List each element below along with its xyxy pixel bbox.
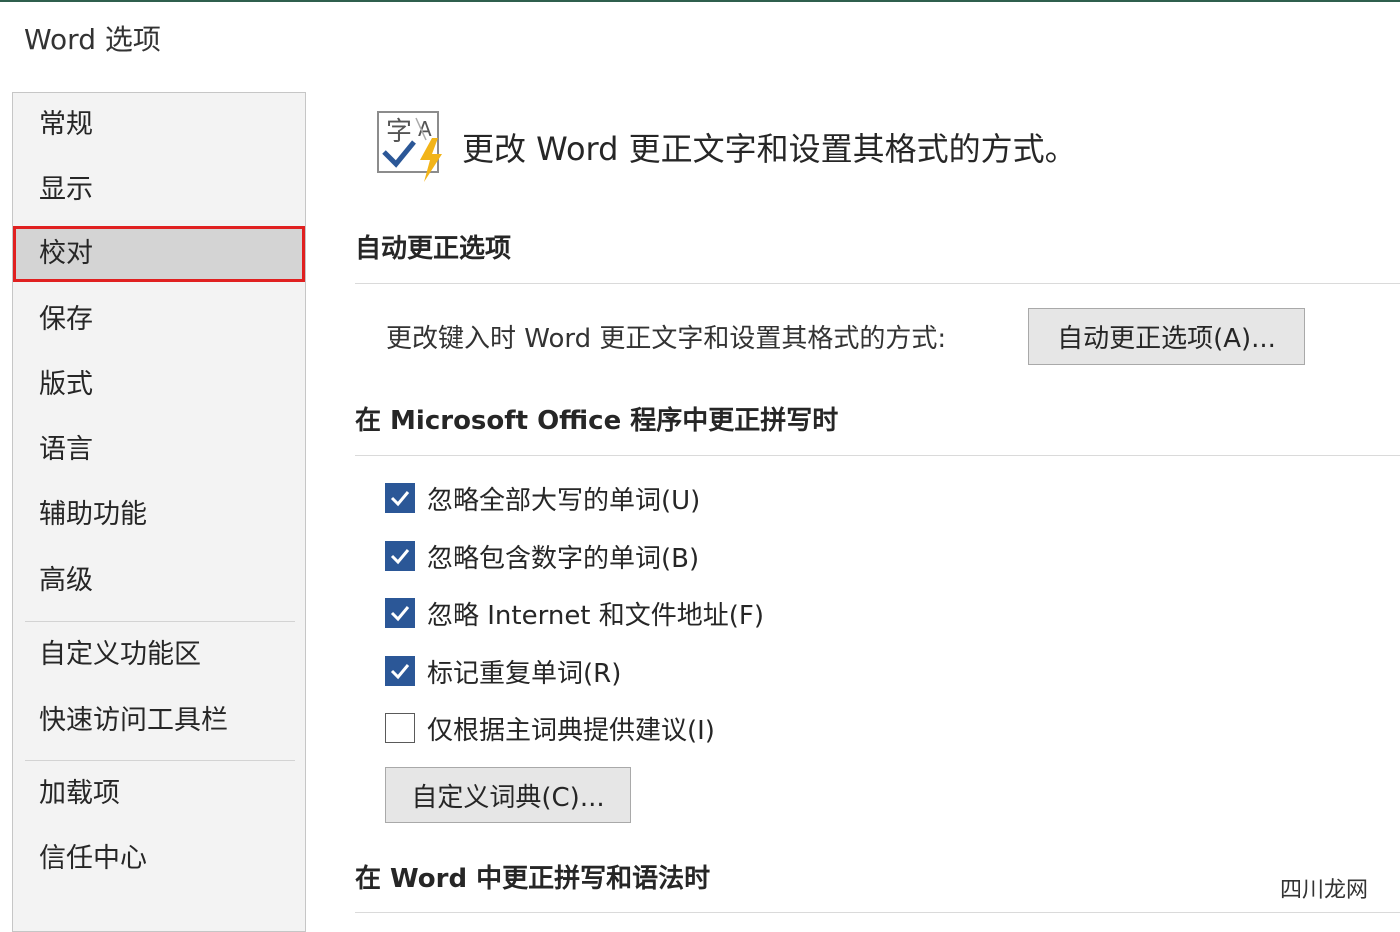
page-header-text: 更改 Word 更正文字和设置其格式的方式。 [462,130,1077,168]
nav-item-language[interactable]: 语言 [13,422,305,478]
check-icon [390,549,410,565]
section-title-autocorrect: 自动更正选项 [355,234,512,264]
autocorrect-options-button[interactable]: 自动更正选项(A)... [1028,308,1305,365]
check-icon [390,491,410,507]
checkbox-label: 仅根据主词典提供建议(I) [427,715,715,746]
nav-item-layout[interactable]: 版式 [13,357,305,413]
nav-item-accessibility[interactable]: 辅助功能 [13,487,305,543]
window-top-border [0,0,1400,2]
custom-dictionaries-button[interactable]: 自定义词典(C)... [385,767,631,823]
nav-item-quick-access-toolbar[interactable]: 快速访问工具栏 [13,693,305,749]
checkbox-label: 忽略 Internet 和文件地址(F) [427,600,765,631]
nav-item-trust-center[interactable]: 信任中心 [13,831,305,887]
nav-item-customize-ribbon[interactable]: 自定义功能区 [13,627,305,683]
checkbox-row-ignore-numbers[interactable]: 忽略包含数字的单词(B) [385,540,700,574]
checkbox-row-flag-repeated[interactable]: 标记重复单词(R) [385,655,622,689]
checkbox-ignore-internet[interactable] [385,598,415,628]
svg-text:字: 字 [386,117,412,147]
section-divider [355,283,1400,284]
checkbox-main-dictionary-only[interactable] [385,713,415,743]
checkbox-row-ignore-uppercase[interactable]: 忽略全部大写的单词(U) [385,482,701,516]
section-divider [355,912,1400,913]
nav-item-display[interactable]: 显示 [13,162,305,218]
proofing-icon: 字 A [376,110,450,184]
checkbox-label: 忽略包含数字的单词(B) [427,543,700,574]
checkbox-row-main-dictionary[interactable]: 仅根据主词典提供建议(I) [385,712,715,746]
window-title: Word 选项 [24,23,161,56]
checkbox-ignore-numbers[interactable] [385,541,415,571]
section-title-word-spelling-grammar: 在 Word 中更正拼写和语法时 [355,864,711,894]
nav-item-save[interactable]: 保存 [13,292,305,348]
nav-item-general[interactable]: 常规 [13,97,305,153]
check-icon [390,664,410,680]
options-nav: 常规 显示 校对 保存 版式 语言 辅助功能 高级 自定义功能区 快速访问工具栏… [12,92,306,932]
nav-separator [25,760,295,761]
checkbox-label: 忽略全部大写的单词(U) [427,485,701,516]
watermark-text: 四川龙网 [1274,872,1374,904]
nav-item-proofing[interactable]: 校对 [13,226,305,282]
nav-separator [25,621,295,622]
section-title-office-spelling: 在 Microsoft Office 程序中更正拼写时 [355,406,839,436]
autocorrect-description: 更改键入时 Word 更正文字和设置其格式的方式: [386,324,947,354]
nav-item-add-ins[interactable]: 加载项 [13,766,305,822]
checkbox-ignore-uppercase[interactable] [385,483,415,513]
checkbox-label: 标记重复单词(R) [427,658,622,689]
checkbox-row-ignore-internet[interactable]: 忽略 Internet 和文件地址(F) [385,597,765,631]
check-icon [390,606,410,622]
checkbox-flag-repeated[interactable] [385,656,415,686]
section-divider [355,455,1400,456]
nav-item-advanced[interactable]: 高级 [13,553,305,609]
